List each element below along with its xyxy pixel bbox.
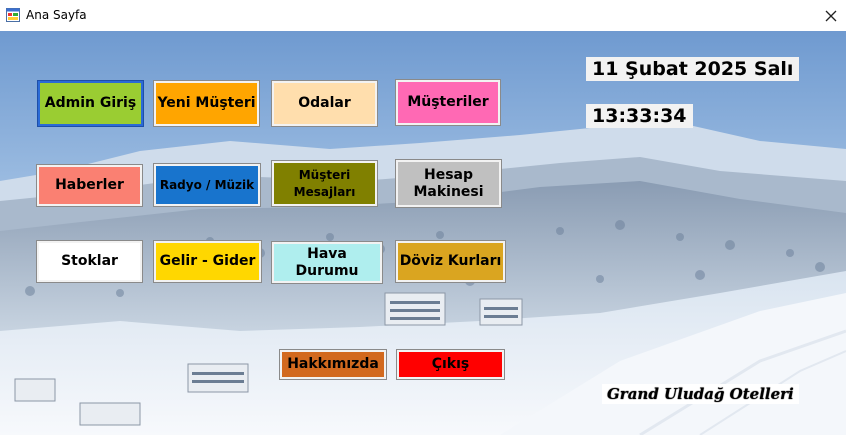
brand-label: Grand Uludağ Otelleri: [602, 384, 799, 404]
haberler-button[interactable]: Haberler: [36, 164, 143, 207]
cikis-button[interactable]: Çıkış: [396, 349, 505, 380]
client-area: Admin Giriş Yeni Müşteri Odalar Müşteril…: [0, 31, 846, 435]
close-button[interactable]: [816, 0, 846, 31]
stoklar-button[interactable]: Stoklar: [36, 240, 143, 283]
admin-giris-button[interactable]: Admin Giriş: [37, 80, 144, 127]
main-window: Ana Sayfa Admin Giriş Yeni Müşteri Odala…: [0, 0, 846, 435]
gelir-gider-button[interactable]: Gelir - Gider: [153, 240, 262, 283]
hava-durumu-button[interactable]: Hava Durumu: [271, 241, 383, 284]
hesap-makinesi-button[interactable]: Hesap Makinesi: [395, 159, 502, 208]
close-icon: [825, 10, 837, 21]
window-title: Ana Sayfa: [26, 8, 87, 22]
title-bar: Ana Sayfa: [0, 0, 846, 31]
radyo-muzik-button[interactable]: Radyo / Müzik: [153, 163, 261, 207]
date-label: 11 Şubat 2025 Salı: [586, 57, 800, 81]
yeni-musteri-button[interactable]: Yeni Müşteri: [153, 80, 260, 127]
time-label: 13:33:34: [586, 104, 693, 128]
app-window-icon: [6, 8, 20, 22]
hakkimizda-button[interactable]: Hakkımızda: [279, 349, 387, 380]
musteri-mesajlari-button[interactable]: Müşteri Mesajları: [271, 160, 378, 207]
musteriler-button[interactable]: Müşteriler: [395, 79, 501, 126]
doviz-kurlari-button[interactable]: Döviz Kurları: [395, 240, 506, 283]
odalar-button[interactable]: Odalar: [271, 80, 378, 127]
